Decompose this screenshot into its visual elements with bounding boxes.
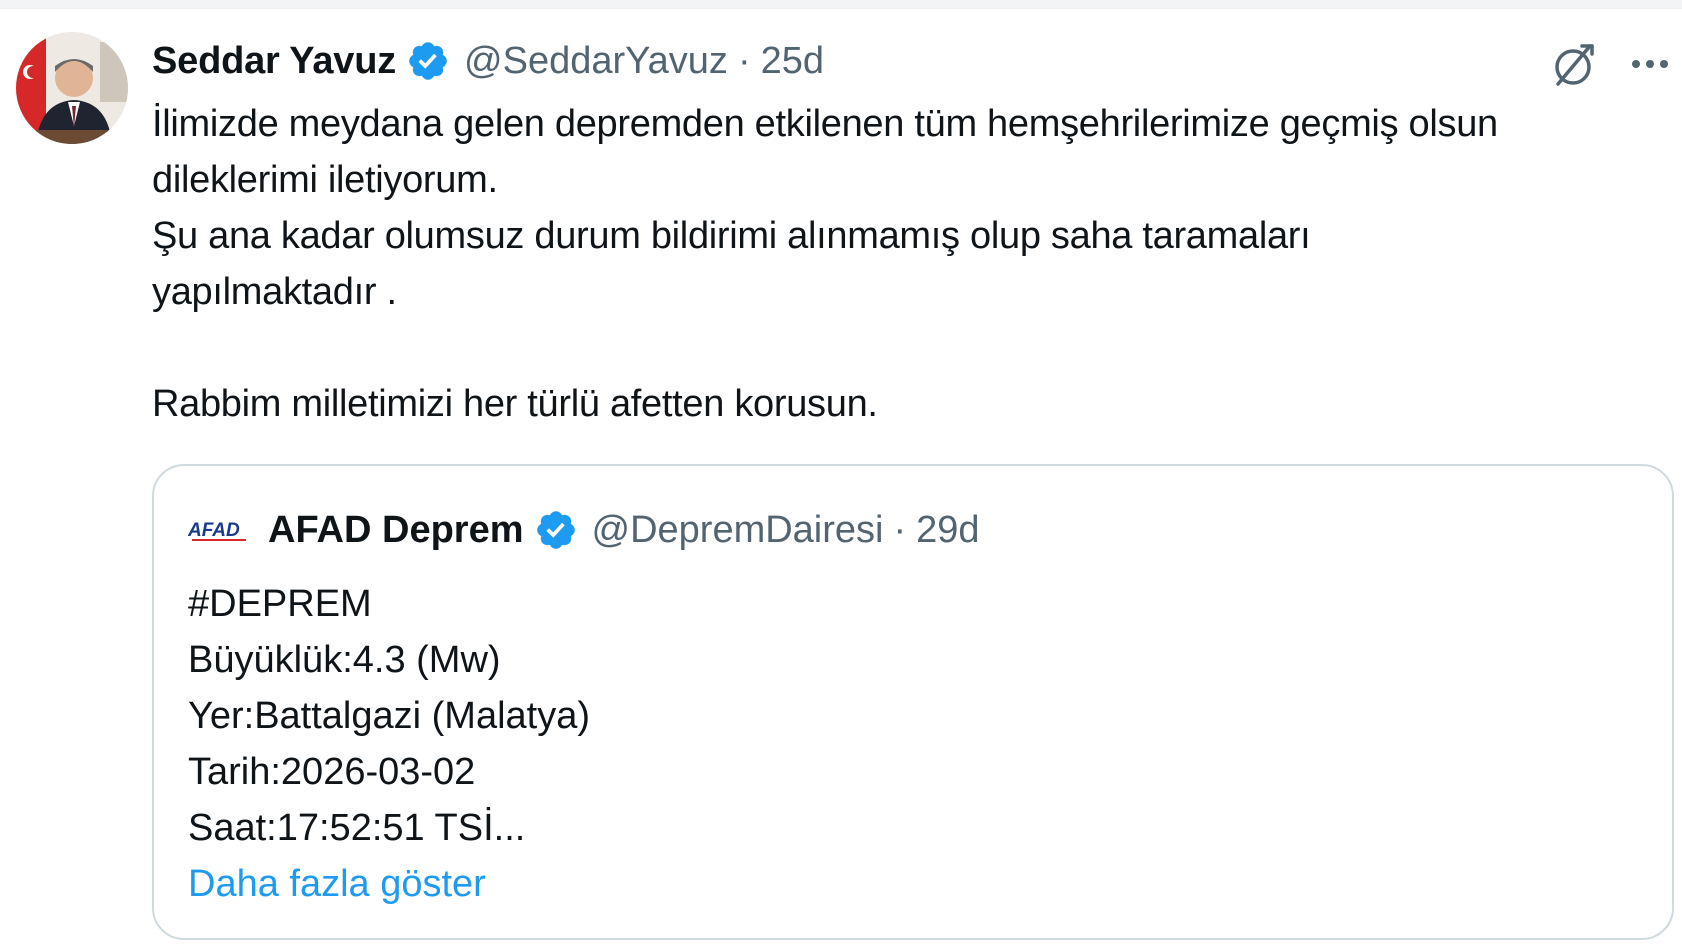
- quoted-line-location: Yer:Battalgazi (Malatya): [188, 695, 591, 737]
- more-options-icon[interactable]: [1628, 52, 1672, 76]
- author-name[interactable]: Seddar Yavuz: [152, 40, 396, 83]
- avatar[interactable]: [16, 32, 128, 144]
- quoted-author-handle[interactable]: @DepremDairesi: [592, 509, 884, 552]
- tweet-text: İlimizde meydana gelen depremden etkilen…: [152, 103, 1498, 425]
- verified-badge-icon[interactable]: [406, 39, 450, 83]
- quoted-line-magnitude: Büyüklük:4.3 (Mw): [188, 639, 501, 681]
- quoted-tweet-time[interactable]: 29d: [916, 509, 979, 552]
- show-more-link[interactable]: Daha fazla göster: [188, 856, 590, 912]
- quoted-tweet-header: AFAD AFAD Deprem @DepremDairesi · 29d: [188, 504, 980, 556]
- quoted-line-time: Saat:17:52:51 TSİ...: [188, 807, 526, 849]
- grok-icon[interactable]: [1548, 40, 1598, 90]
- author-handle[interactable]: @SeddarYavuz: [464, 40, 728, 83]
- tweet-card[interactable]: Seddar Yavuz @SeddarYavuz · 25d İlimizde…: [0, 0, 1682, 952]
- afad-logo-text: AFAD: [188, 520, 240, 541]
- quoted-author-name[interactable]: AFAD Deprem: [268, 509, 524, 552]
- quoted-line-date: Tarih:2026-03-02: [188, 751, 476, 793]
- quoted-line-hashtag[interactable]: #DEPREM: [188, 576, 590, 632]
- quoted-tweet-text: #DEPREM Büyüklük:4.3 (Mw) Yer:Battalgazi…: [188, 576, 590, 912]
- verified-badge-icon[interactable]: [534, 508, 578, 552]
- avatar-image: [16, 32, 128, 144]
- separator-dot: ·: [893, 508, 907, 551]
- afad-logo-icon: AFAD: [188, 515, 252, 545]
- divider: [0, 0, 1682, 9]
- separator-dot: ·: [737, 39, 751, 82]
- quoted-tweet[interactable]: AFAD AFAD Deprem @DepremDairesi · 29d #D…: [152, 464, 1674, 940]
- tweet-header: Seddar Yavuz @SeddarYavuz · 25d: [152, 36, 824, 86]
- tweet-time[interactable]: 25d: [761, 40, 824, 83]
